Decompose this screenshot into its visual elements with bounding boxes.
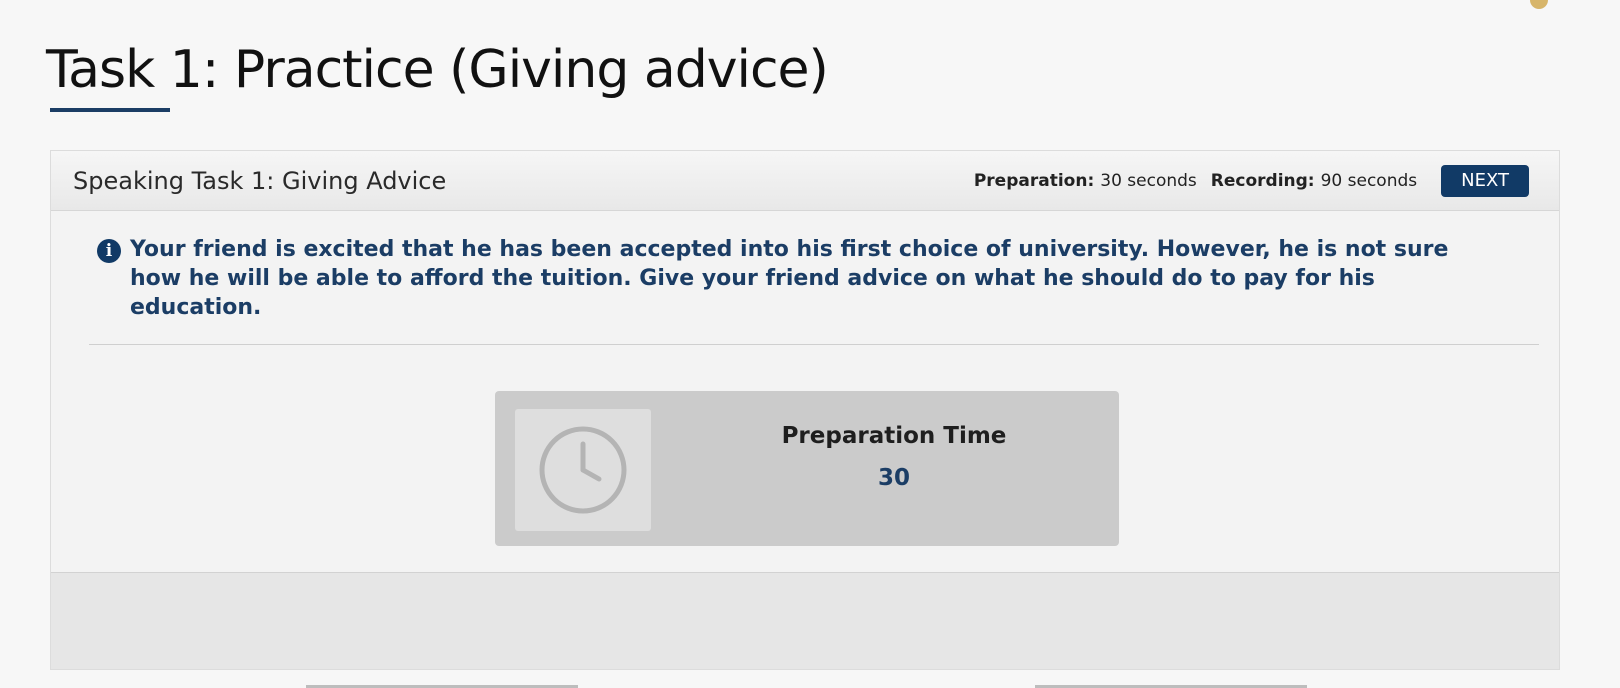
info-icon: i (97, 239, 121, 263)
preparation-label: Preparation: (973, 170, 1095, 191)
shield-icon (1530, 0, 1548, 9)
panel-header: Speaking Task 1: Giving Advice Preparati… (51, 151, 1559, 211)
preparation-time-label: Preparation Time (781, 423, 1007, 449)
clock-icon (539, 426, 627, 514)
clock-tile (515, 409, 651, 531)
task-panel: Speaking Task 1: Giving Advice Preparati… (50, 150, 1560, 670)
task-title: Speaking Task 1: Giving Advice (73, 166, 447, 195)
next-button[interactable]: NEXT (1441, 164, 1529, 197)
title-underline (50, 108, 170, 112)
divider (89, 344, 1539, 345)
prompt-text: Your friend is excited that he has been … (130, 237, 1449, 320)
timing-info: Preparation: 30 seconds Recording: 90 se… (974, 171, 1417, 191)
preparation-time-countdown: 30 (877, 465, 910, 491)
slide-title: Task 1: Practice (Giving advice) (46, 40, 829, 100)
footer-bar (51, 572, 1559, 669)
preparation-value: 30 seconds (1100, 170, 1197, 191)
recording-label: Recording: (1210, 170, 1315, 191)
preparation-timer: Preparation Time 30 (495, 391, 1119, 546)
recording-value: 90 seconds (1320, 170, 1418, 191)
brand-logo (1530, 0, 1620, 12)
task-prompt: i Your friend is excited that he has bee… (97, 235, 1497, 322)
